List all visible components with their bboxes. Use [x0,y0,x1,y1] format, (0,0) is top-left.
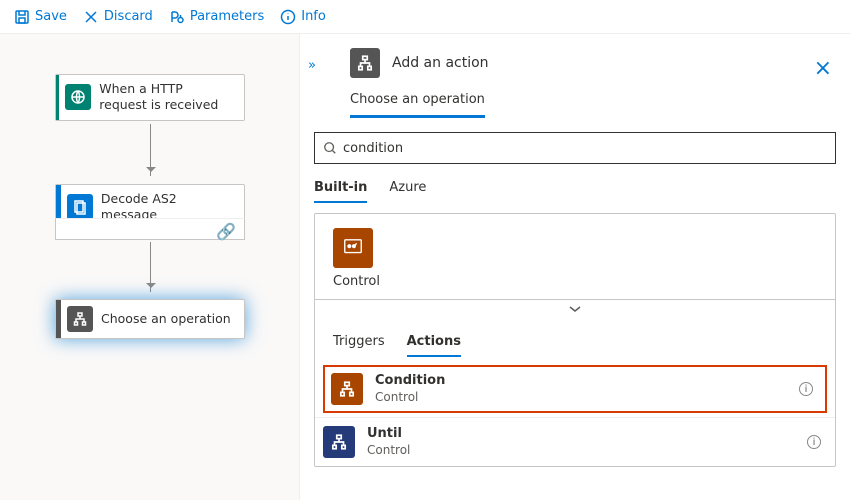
document-icon [72,199,88,215]
panel-title: Add an action [392,55,489,71]
info-icon[interactable]: i [807,435,821,449]
search-icon [323,141,337,155]
action-condition[interactable]: Condition Control i [323,365,827,413]
tab-builtin[interactable]: Built-in [314,180,367,203]
info-icon [280,9,296,25]
trigger-node[interactable]: When a HTTP request is received [55,74,245,121]
until-icon [330,433,348,451]
link-icon: 🔗 [216,222,236,241]
choose-operation-node[interactable]: Choose an operation [55,299,245,339]
parameters-button[interactable]: Parameters [161,5,272,29]
info-icon[interactable]: i [799,382,813,396]
close-icon [83,9,99,25]
action-until[interactable]: Until Control i [315,417,835,466]
connector-control[interactable]: Control [315,214,835,299]
designer-canvas: When a HTTP request is received Decode A… [0,34,300,500]
save-icon [14,9,30,25]
branch-icon [72,311,88,327]
discard-button[interactable]: Discard [75,5,161,29]
http-icon [70,89,86,105]
toolbar: Save Discard Parameters Info [0,0,850,34]
condition-icon [338,380,356,398]
section-choose-operation: Choose an operation [350,92,485,118]
control-icon [342,237,364,259]
tab-azure[interactable]: Azure [389,180,426,203]
search-input[interactable]: condition [314,132,836,164]
branch-icon [356,54,374,72]
info-button[interactable]: Info [272,5,334,29]
results-box: Control Triggers Actions Condition Contr… [314,213,836,467]
chevron-down-icon [568,304,582,314]
expand-connectors[interactable] [315,299,835,320]
save-button[interactable]: Save [6,5,75,29]
subtab-actions[interactable]: Actions [407,334,461,357]
subtab-triggers[interactable]: Triggers [333,334,385,357]
collapse-button[interactable]: » [308,58,316,73]
action-panel: » × Add an action Choose an operation co… [300,34,850,500]
arrow-icon [150,242,151,292]
arrow-icon [150,124,151,176]
node-footer: 🔗 [55,218,245,240]
parameters-icon [169,9,185,25]
close-panel-button[interactable]: × [814,56,832,81]
